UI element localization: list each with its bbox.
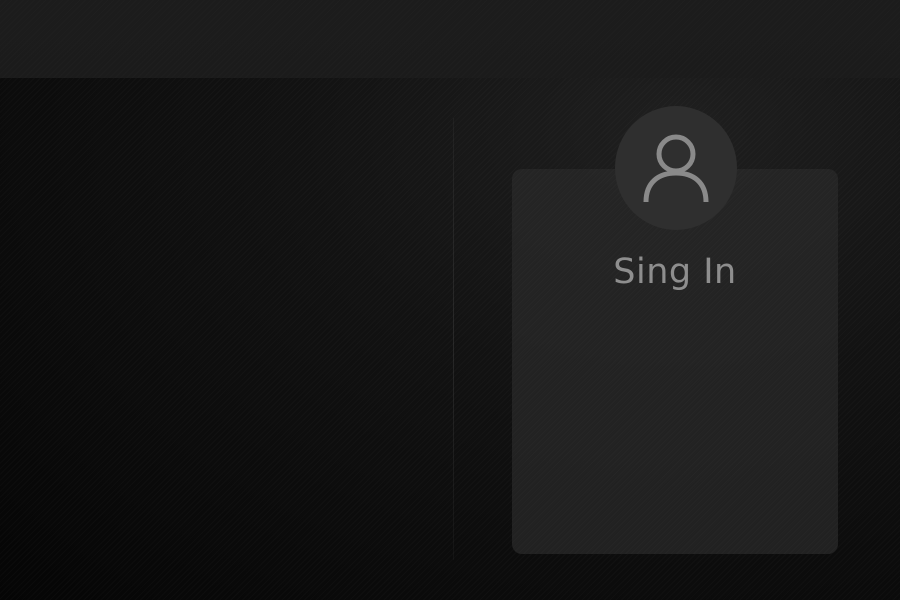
user-icon — [643, 134, 709, 203]
signin-label[interactable]: Sing In — [512, 252, 838, 292]
top-bar — [0, 0, 900, 78]
vertical-divider — [453, 118, 454, 560]
avatar[interactable] — [615, 106, 737, 230]
